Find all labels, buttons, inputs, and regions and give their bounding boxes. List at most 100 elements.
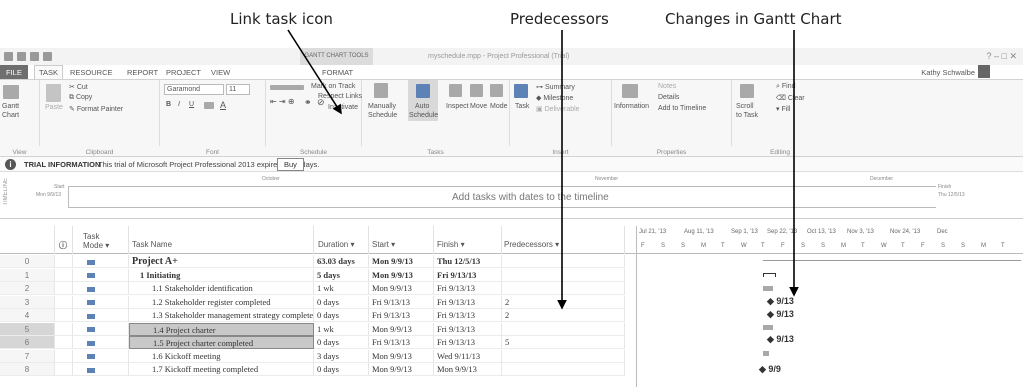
header-start[interactable]: Start ▾ <box>369 226 434 254</box>
row-number[interactable]: 0 <box>0 255 55 268</box>
summary-button[interactable]: ⊶ Summary <box>536 83 575 91</box>
paste-icon[interactable] <box>46 84 61 102</box>
milestone-task-6[interactable]: ◆ 9/13 <box>767 334 794 345</box>
inspect-icon[interactable] <box>449 84 462 97</box>
avatar[interactable] <box>978 65 990 78</box>
copy-button[interactable]: ⧉ Copy <box>69 94 92 102</box>
finish-cell[interactable]: Fri 9/13/13 <box>434 268 502 282</box>
task-mode-cell[interactable] <box>73 309 129 322</box>
duration-cell[interactable]: 0 days <box>314 309 369 322</box>
table-row[interactable]: 2 1.1 Stakeholder identification 1 wk Mon 9… <box>0 282 625 295</box>
finish-cell[interactable]: Fri 9/13/13 <box>434 322 502 336</box>
start-cell[interactable]: Mon 9/9/13 <box>369 282 434 295</box>
font-size-select[interactable]: 11 <box>226 84 250 95</box>
undo-icon[interactable] <box>30 52 39 61</box>
task-name-cell[interactable]: 1.7 Kickoff meeting completed <box>129 363 314 376</box>
find-button[interactable]: ⌕ Find <box>776 83 796 91</box>
task-name-cell[interactable]: 1.5 Project charter completed <box>129 336 314 349</box>
window-controls[interactable]: ? – □ ✕ <box>987 51 1018 62</box>
row-number[interactable]: 2 <box>0 282 55 295</box>
tab-format[interactable]: FORMAT <box>322 68 353 77</box>
finish-cell[interactable]: Fri 9/13/13 <box>434 282 502 295</box>
task-mode-cell[interactable] <box>73 322 129 336</box>
duration-cell[interactable]: 63.03 days <box>314 255 369 268</box>
row-number[interactable]: 4 <box>0 309 55 322</box>
row-number[interactable]: 3 <box>0 295 55 309</box>
mark-on-track-button[interactable]: Mark on Track <box>311 83 355 90</box>
start-cell[interactable]: Mon 9/9/13 <box>369 322 434 336</box>
predecessors-cell[interactable] <box>502 282 625 295</box>
start-cell[interactable]: Mon 9/9/13 <box>369 363 434 376</box>
duration-cell[interactable]: 3 days <box>314 349 369 363</box>
task-name-cell[interactable]: 1.2 Stakeholder register completed <box>129 295 314 309</box>
start-cell[interactable]: Fri 9/13/13 <box>369 295 434 309</box>
auto-schedule-label[interactable]: Schedule <box>409 112 438 119</box>
row-number[interactable]: 8 <box>0 363 55 376</box>
tab-project[interactable]: PROJECT <box>166 68 201 77</box>
predecessors-cell[interactable] <box>502 322 625 336</box>
underline-button[interactable]: U <box>189 101 194 108</box>
move-icon[interactable] <box>470 84 483 97</box>
task-mode-cell[interactable] <box>73 295 129 309</box>
finish-cell[interactable]: Fri 9/13/13 <box>434 309 502 322</box>
gantt-chart-icon[interactable] <box>3 85 19 99</box>
italic-button[interactable]: I <box>178 101 180 108</box>
table-row[interactable]: 7 1.6 Kickoff meeting 3 days Mon 9/9/13 Wed … <box>0 349 625 363</box>
task-name-cell[interactable]: 1.4 Project charter <box>129 322 314 336</box>
task-name-cell[interactable]: 1 Initiating <box>129 268 314 282</box>
deliverable-button[interactable]: ▣ Deliverable <box>536 105 580 113</box>
add-to-timeline-button[interactable]: Add to Timeline <box>658 105 706 112</box>
cut-button[interactable]: ✂ Cut <box>69 83 88 91</box>
finish-cell[interactable]: Fri 9/13/13 <box>434 295 502 309</box>
start-cell[interactable]: Fri 9/13/13 <box>369 309 434 322</box>
task-name-cell[interactable]: 1.1 Stakeholder identification <box>129 282 314 295</box>
font-color-icon[interactable]: A <box>220 100 226 110</box>
header-duration[interactable]: Duration ▾ <box>314 226 369 254</box>
mode-icon[interactable] <box>490 84 503 97</box>
milestone-task-4[interactable]: ◆ 9/13 <box>767 309 794 320</box>
duration-cell[interactable]: 0 days <box>314 363 369 376</box>
save-icon[interactable] <box>17 52 26 61</box>
notes-button[interactable]: Notes <box>658 83 676 90</box>
gantt-label[interactable]: Gantt <box>2 103 19 110</box>
redo-icon[interactable] <box>43 52 52 61</box>
inspect-button[interactable]: Inspect <box>446 103 469 110</box>
row-number[interactable]: 6 <box>0 336 55 349</box>
predecessors-cell[interactable]: 2 <box>502 309 625 322</box>
mode-button[interactable]: Mode <box>490 103 508 110</box>
auto-label[interactable]: Auto <box>415 103 429 110</box>
scroll-label[interactable]: Scroll <box>736 103 754 110</box>
percent-complete-icons[interactable] <box>270 85 304 90</box>
table-row[interactable]: 4 1.3 Stakeholder management strategy com… <box>0 309 625 322</box>
task-mode-cell[interactable] <box>73 349 129 363</box>
auto-schedule-icon[interactable] <box>416 84 430 98</box>
table-row[interactable]: 3 1.2 Stakeholder register completed 0 day… <box>0 295 625 309</box>
row-number[interactable]: 1 <box>0 268 55 282</box>
timeline-pane[interactable]: TIMELINE Start Mon 9/9/13 Finish Thu 12/… <box>0 172 1023 219</box>
manually-schedule-label[interactable]: Schedule <box>368 112 397 119</box>
table-row[interactable]: 1 1 Initiating 5 days Mon 9/9/13 Fri 9/13/13 <box>0 268 625 282</box>
milestone-task-8[interactable]: ◆ 9/9 <box>759 364 781 375</box>
header-task-mode[interactable]: Task Mode ▾ <box>73 226 129 254</box>
tab-task[interactable]: TASK <box>34 65 64 79</box>
bold-button[interactable]: B <box>166 101 171 108</box>
predecessors-cell[interactable]: 5 <box>502 336 625 349</box>
header-finish[interactable]: Finish ▾ <box>434 226 502 254</box>
tab-file[interactable]: FILE <box>0 65 28 79</box>
highlight-icon[interactable] <box>204 102 214 109</box>
milestone-task-3[interactable]: ◆ 9/13 <box>767 296 794 307</box>
move-button[interactable]: Move <box>470 103 487 110</box>
font-family-select[interactable]: Garamond <box>164 84 224 95</box>
finish-cell[interactable]: Thu 12/5/13 <box>434 255 502 268</box>
predecessors-cell[interactable] <box>502 363 625 376</box>
task-mode-cell[interactable] <box>73 336 129 349</box>
table-row[interactable]: 8 1.7 Kickoff meeting completed 0 days Mon … <box>0 363 625 376</box>
gantt-bar-task-2[interactable] <box>763 286 773 291</box>
quick-access-toolbar[interactable] <box>4 52 66 61</box>
task-mode-cell[interactable] <box>73 363 129 376</box>
predecessors-cell[interactable] <box>502 255 625 268</box>
paste-button[interactable]: Paste <box>45 104 63 111</box>
task-name-cell[interactable]: 1.3 Stakeholder management strategy comp… <box>129 309 314 322</box>
task-mode-cell[interactable] <box>73 268 129 282</box>
duration-cell[interactable]: 5 days <box>314 268 369 282</box>
